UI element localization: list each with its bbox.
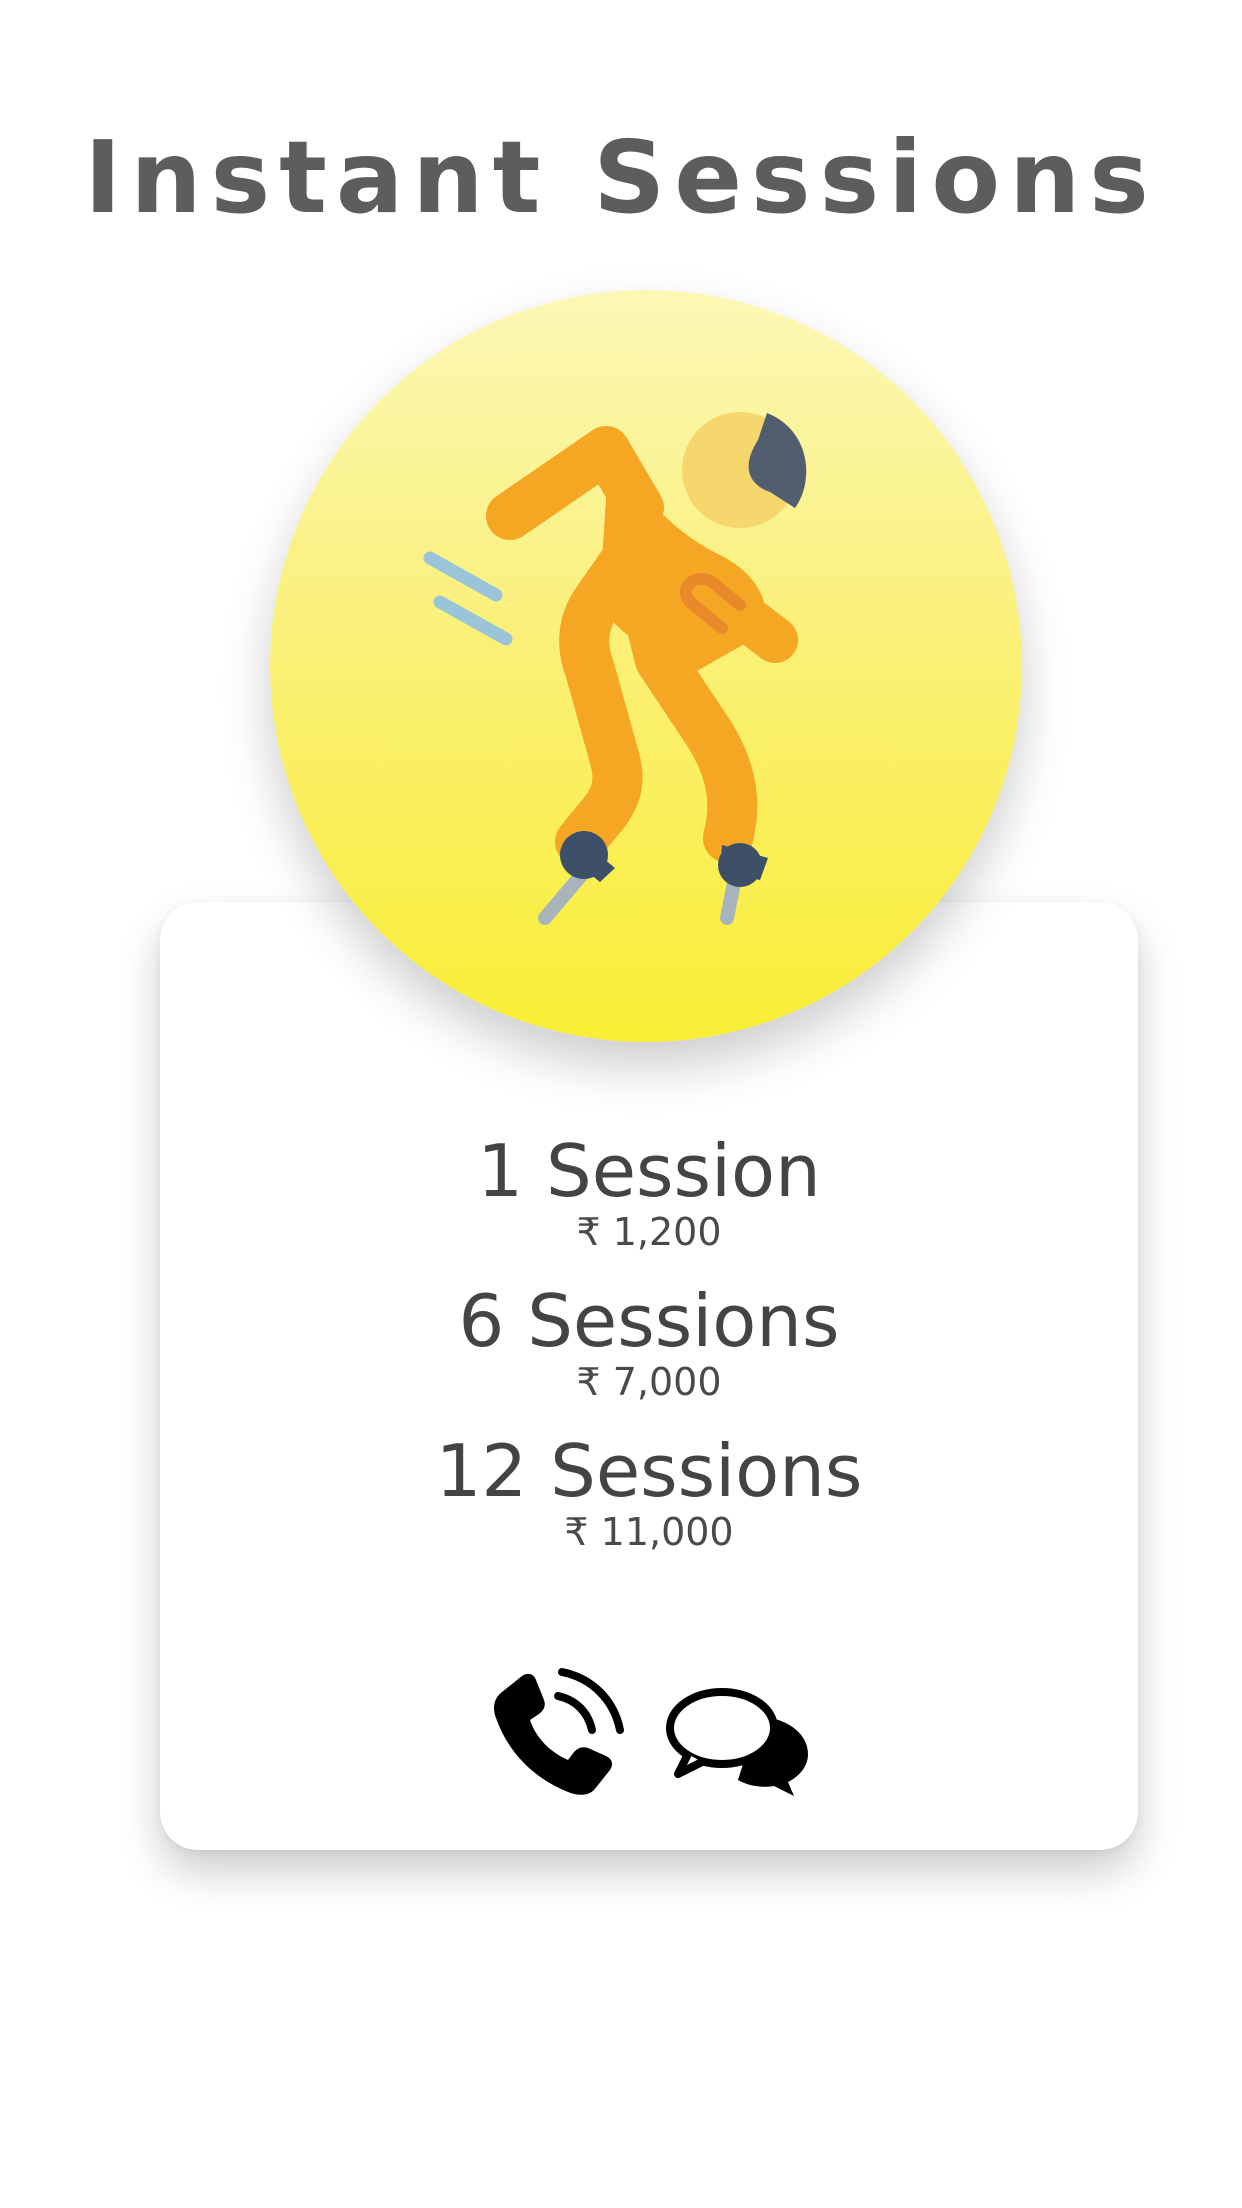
phone-call-icon	[494, 1668, 624, 1795]
plan-item[interactable]: 6 Sessions ₹ 7,000	[160, 1280, 1138, 1430]
plan-name: 6 Sessions	[458, 1279, 840, 1363]
plan-price: ₹ 11,000	[564, 1510, 734, 1554]
plan-price: ₹ 7,000	[576, 1360, 722, 1404]
call-button[interactable]	[478, 1660, 628, 1810]
skater-icon	[423, 412, 807, 925]
plan-item[interactable]: 12 Sessions ₹ 11,000	[160, 1430, 1138, 1580]
plan-name: 12 Sessions	[435, 1429, 863, 1513]
page-title: Instant Sessions	[84, 119, 1158, 236]
plan-list: 1 Session ₹ 1,200 6 Sessions ₹ 7,000 12 …	[160, 1130, 1138, 1580]
chat-button[interactable]	[662, 1660, 812, 1810]
contact-actions	[160, 1660, 1138, 1820]
plan-item[interactable]: 1 Session ₹ 1,200	[160, 1130, 1138, 1280]
hero-circle	[270, 290, 1022, 1042]
chat-bubbles-icon	[666, 1688, 808, 1796]
plan-name: 1 Session	[477, 1129, 821, 1213]
plan-price: ₹ 1,200	[576, 1210, 722, 1254]
